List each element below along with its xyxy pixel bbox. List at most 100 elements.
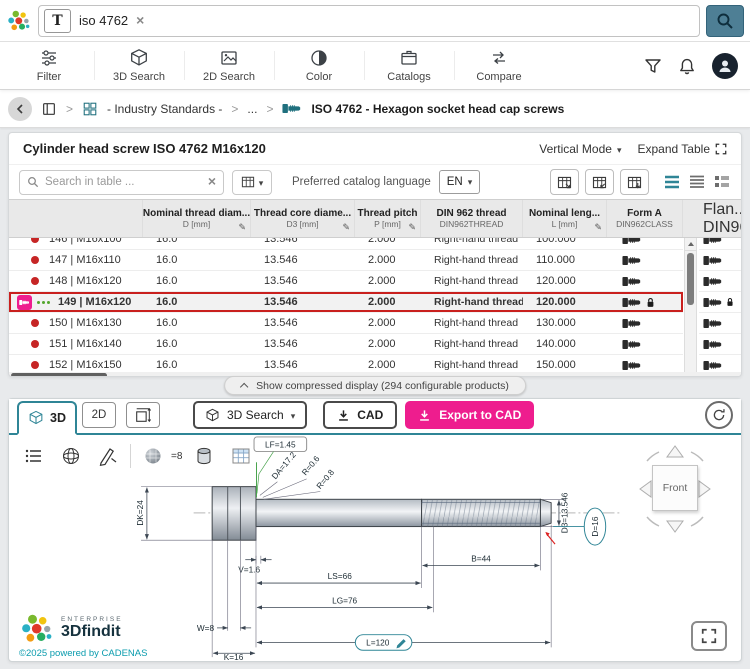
cell-p[interactable]: 2.000 <box>355 250 421 270</box>
expand-table-button[interactable]: Expand Table <box>637 142 727 156</box>
toolbar-filter[interactable]: Filter <box>4 42 94 89</box>
cell-d3[interactable]: 13.546 <box>251 292 355 312</box>
rotate-cw-arrow[interactable] <box>691 452 703 461</box>
rotate-ccw-arrow[interactable] <box>647 452 659 461</box>
table-row[interactable]: 146 | M16x100 16.0 13.546 2.000 Right-ha… <box>9 238 683 250</box>
funnel-icon[interactable] <box>644 57 662 75</box>
cell-p[interactable]: 2.000 <box>355 355 421 372</box>
cell-flange[interactable] <box>699 313 741 334</box>
cell-l[interactable]: 110.000 <box>523 250 607 270</box>
cell-l[interactable]: 150.000 <box>523 355 607 372</box>
cell-d3[interactable]: 13.546 <box>251 271 355 291</box>
cell-d[interactable]: 16.0 <box>143 238 251 249</box>
cell-flange[interactable] <box>699 238 741 250</box>
app-logo-icon[interactable] <box>6 8 32 34</box>
clear-table-search-icon[interactable] <box>208 173 216 191</box>
cell-flange[interactable] <box>699 271 741 292</box>
cell-p[interactable]: 2.000 <box>355 334 421 354</box>
table-vertical-scrollbar[interactable] <box>684 238 697 372</box>
cell-row-id[interactable]: 146 | M16x100 <box>9 238 143 249</box>
panel-icon[interactable] <box>41 101 57 117</box>
cell-d3[interactable]: 13.546 <box>251 250 355 270</box>
cell-thread[interactable]: Right-hand thread <box>421 238 523 249</box>
cell-form[interactable] <box>607 250 683 270</box>
scrollbar-thumb[interactable] <box>11 373 107 377</box>
cell-p[interactable]: 2.000 <box>355 292 421 312</box>
cell-row-id[interactable]: 147 | M16x110 <box>9 250 143 270</box>
table-row[interactable]: 152 | M16x150 16.0 13.546 2.000 Right-ha… <box>9 355 683 372</box>
cell-d3[interactable]: 13.546 <box>251 334 355 354</box>
cell-l[interactable]: 140.000 <box>523 334 607 354</box>
reset-view-button[interactable] <box>705 401 733 429</box>
cell-thread[interactable]: Right-hand thread <box>421 355 523 372</box>
table-row[interactable]: 147 | M16x110 16.0 13.546 2.000 Right-ha… <box>9 250 683 271</box>
cell-row-id[interactable]: 152 | M16x150 <box>9 355 143 372</box>
cell-d[interactable]: 16.0 <box>143 334 251 354</box>
rotate-up-arrow[interactable] <box>667 446 683 457</box>
cell-d[interactable]: 16.0 <box>143 250 251 270</box>
cell-row-id[interactable]: 149 | M16x120 <box>9 292 143 312</box>
cell-form[interactable] <box>607 313 683 333</box>
cell-l[interactable]: 120.000 <box>523 292 607 312</box>
cell-row-id[interactable]: 151 | M16x140 <box>9 334 143 354</box>
cell-l[interactable]: 120.000 <box>523 271 607 291</box>
language-dropdown[interactable]: EN <box>439 170 481 194</box>
toolbar-color[interactable]: Color <box>274 42 364 89</box>
cell-form[interactable] <box>607 334 683 354</box>
clear-search-icon[interactable] <box>136 12 144 30</box>
compressed-display-toggle[interactable]: Show compressed display (294 configurabl… <box>224 376 526 395</box>
tab-3d[interactable]: 3D <box>17 401 77 435</box>
cell-row-id[interactable]: 148 | M16x120 <box>9 271 143 291</box>
user-avatar[interactable] <box>712 53 738 79</box>
rotate-corner-arrow[interactable] <box>691 517 703 526</box>
header-col-thread[interactable]: DIN 962 threadDIN962THREAD <box>421 200 523 237</box>
dim-l-editable[interactable]: L=120 <box>366 638 390 647</box>
header-col-d[interactable]: Nominal thread diam...D [mm] <box>143 200 251 237</box>
cell-l[interactable]: 130.000 <box>523 313 607 333</box>
cell-d[interactable]: 16.0 <box>143 355 251 372</box>
text-search-icon[interactable] <box>44 9 71 33</box>
table-row[interactable]: 150 | M16x130 16.0 13.546 2.000 Right-ha… <box>9 313 683 334</box>
cell-form[interactable] <box>607 355 683 372</box>
cell-form[interactable] <box>607 271 683 291</box>
view-detailed-icon[interactable] <box>713 174 731 190</box>
catalog-grid-icon[interactable] <box>82 101 98 117</box>
viewer-canvas[interactable]: =8 <box>9 435 741 661</box>
cell-d[interactable]: 16.0 <box>143 292 251 312</box>
table-search-input[interactable] <box>45 176 202 188</box>
cell-p[interactable]: 2.000 <box>355 271 421 291</box>
cell-flange[interactable] <box>699 355 741 372</box>
toolbar-compare[interactable]: Compare <box>454 42 544 89</box>
view-cube-front-face[interactable]: Front <box>652 465 698 511</box>
view-compact-icon[interactable] <box>663 174 681 190</box>
cell-thread[interactable]: Right-hand thread <box>421 313 523 333</box>
rotate-down-arrow[interactable] <box>667 521 683 532</box>
column-picker-button[interactable] <box>232 170 272 195</box>
header-col-p[interactable]: Thread pitchP [mm] <box>355 200 421 237</box>
edit-icon[interactable] <box>408 217 416 235</box>
cell-flange[interactable] <box>699 250 741 271</box>
back-button[interactable] <box>8 97 32 121</box>
measure-button[interactable] <box>93 441 123 471</box>
cell-l[interactable]: 100.000 <box>523 238 607 249</box>
parts-list-button[interactable] <box>19 441 49 471</box>
cell-thread[interactable]: Right-hand thread <box>421 292 523 312</box>
breadcrumb-industry-standards[interactable]: - Industry Standards - <box>107 102 222 116</box>
header-col-form[interactable]: Form ADIN962CLASS <box>607 200 683 237</box>
cell-d[interactable]: 16.0 <box>143 313 251 333</box>
cell-flange[interactable] <box>699 334 741 355</box>
export-to-cad-button[interactable]: Export to CAD <box>405 401 534 429</box>
cell-row-id[interactable]: 150 | M16x130 <box>9 313 143 333</box>
cad-download-button[interactable]: CAD <box>323 401 397 429</box>
rotate-left-arrow[interactable] <box>640 481 651 497</box>
cell-form[interactable] <box>607 292 683 312</box>
tab-2d[interactable]: 2D <box>82 402 116 428</box>
view-cube[interactable]: Front <box>633 443 717 535</box>
cylinder-quality-button[interactable] <box>189 441 219 471</box>
global-search-field[interactable]: iso 4762 <box>38 5 700 37</box>
export-selection-button[interactable] <box>620 169 649 195</box>
toolbar-3d-search[interactable]: 3D Search <box>94 42 184 89</box>
table-row-selected[interactable]: 149 | M16x120 16.0 13.546 2.000 Right-ha… <box>9 292 683 313</box>
cell-thread[interactable]: Right-hand thread <box>421 271 523 291</box>
scroll-up-button[interactable] <box>685 238 696 251</box>
